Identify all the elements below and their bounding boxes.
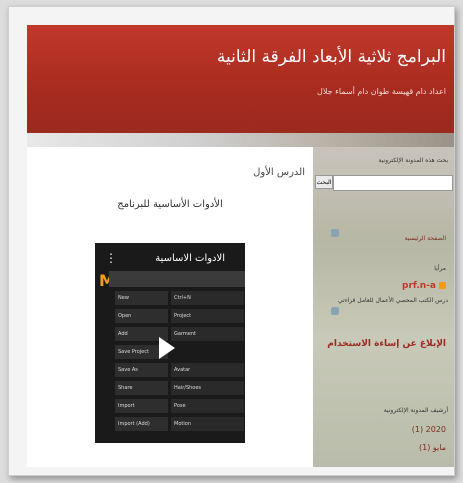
menu-item-save-as: Save As [115, 363, 168, 377]
submenu-item-shortcut: Ctrl+N [171, 291, 244, 305]
pdf-link[interactable]: prf.n-a [402, 281, 446, 291]
archive-label: أرشيف المدونة الإلكترونية [383, 407, 448, 414]
report-abuse-link[interactable]: الإبلاغ عن إساءة الاستخدام [327, 337, 446, 351]
sidebar: بحث هذه المدونة الإلكترونية البحث الصفحة… [313, 147, 454, 467]
menu-item-import: Import [115, 399, 168, 413]
menu-item-share: Share [115, 381, 168, 395]
pdf-icon [439, 282, 446, 289]
home-link[interactable]: الصفحة الرئيسية [405, 235, 446, 242]
video-title: الادوات الاساسية [155, 253, 225, 264]
post-heading: الأدوات الأساسية للبرنامج [117, 199, 223, 210]
submenu-item-project: Project [171, 309, 244, 323]
search-label: بحث هذه المدونة الإلكترونية [378, 157, 448, 164]
archive-year[interactable]: 2020 (1) [412, 425, 446, 434]
file-icon [331, 307, 339, 315]
menu-item-open: Open [115, 309, 168, 323]
header-strip [27, 133, 454, 147]
archive-month[interactable]: مايو (1) [419, 443, 446, 452]
submenu-item-pose: Pose [171, 399, 244, 413]
submenu-item-garment: Garment [171, 327, 244, 341]
browser-frame: البرامج ثلاثية الأبعاد الفرقة الثانية اع… [8, 6, 455, 476]
post-title[interactable]: الدرس الأول [253, 167, 305, 178]
header-banner: البرامج ثلاثية الأبعاد الفرقة الثانية اع… [27, 25, 454, 133]
pdf-label: prf.n-a [402, 281, 436, 291]
search-button[interactable]: البحث [315, 175, 333, 189]
video-player[interactable]: ⋮ الادوات الاساسية M New Open Add Save P… [95, 243, 245, 443]
main-content: الدرس الأول الأدوات الأساسية للبرنامج ⋮ … [27, 147, 313, 467]
follow-label: مرأيا [434, 265, 446, 272]
play-icon[interactable] [159, 337, 175, 359]
search-input[interactable] [333, 175, 453, 191]
more-options-icon[interactable]: ⋮ [105, 251, 117, 265]
menu-item-import-add: Import (Add) [115, 417, 168, 431]
submenu-item-avatar: Avatar [171, 363, 244, 377]
menu-item-new: New [115, 291, 168, 305]
blog-title[interactable]: البرامج ثلاثية الأبعاد الفرقة الثانية [217, 47, 446, 67]
blog-subtitle: اعداد دام قهيسة طوان دام أسماء جلال [317, 87, 446, 96]
submenu-item-hair-shoes: Hair/Shoes [171, 381, 244, 395]
app-menu-bar [109, 271, 245, 287]
file-description: درس الكتب المحصي الأعمال للعامل قراءتي [338, 297, 448, 304]
home-icon [331, 229, 339, 237]
submenu-item-motion: Motion [171, 417, 244, 431]
